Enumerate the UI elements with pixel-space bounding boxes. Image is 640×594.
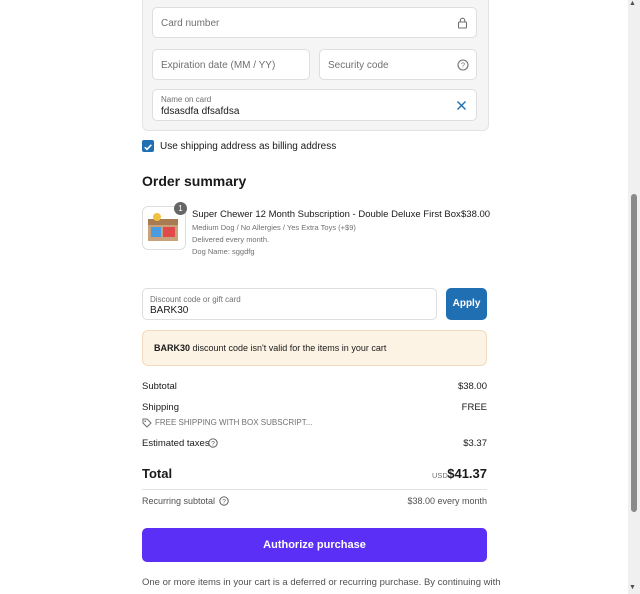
item-price: $38.00 [461,209,491,220]
svg-text:?: ? [461,61,465,70]
info-icon[interactable]: ? [208,438,218,448]
scrollbar-thumb[interactable] [631,194,637,512]
item-name: Super Chewer 12 Month Subscription - Dou… [192,209,461,220]
name-on-card-field[interactable]: Name on card fdsasdfa dfsafdsa [152,89,477,121]
subtotal-value: $38.00 [457,381,487,392]
discount-code-label: Discount code or gift card [150,295,241,304]
shipping-discount: FREE SHIPPING WITH BOX SUBSCRIPT... [155,418,313,427]
expiration-date-placeholder: Expiration date (MM / YY) [161,60,276,71]
discount-error-alert: BARK30 discount code isn't valid for the… [142,330,487,366]
recurring-info-icon[interactable]: ? [219,496,229,506]
card-number-placeholder: Card number [161,18,220,29]
security-code-placeholder: Security code [328,60,389,71]
total-label: Total [142,466,173,481]
name-on-card-label: Name on card [161,95,212,104]
name-on-card-value: fdsasdfa dfsafdsa [161,106,240,117]
discount-code-field[interactable]: Discount code or gift card BARK30 [142,288,437,320]
item-delivery: Delivered every month. [192,235,270,244]
item-variant: Medium Dog / No Allergies / Yes Extra To… [192,223,356,232]
scroll-up-arrow-icon[interactable]: ▲ [629,0,636,7]
authorize-purchase-button[interactable]: Authorize purchase [142,528,487,562]
clear-icon[interactable] [456,100,467,111]
svg-text:?: ? [222,498,226,505]
taxes-value: $3.37 [463,438,487,449]
billing-checkbox[interactable] [142,140,154,152]
tag-icon [142,418,152,428]
svg-text:?: ? [211,440,215,447]
card-payment-box: Card number Expiration date (MM / YY) Se… [142,0,489,131]
totals-divider [142,489,487,490]
subtotal-label: Subtotal [142,381,177,392]
recurring-subtotal-label: Recurring subtotal [142,496,216,506]
expiration-date-field[interactable]: Expiration date (MM / YY) [152,49,310,80]
help-icon[interactable]: ? [457,59,469,71]
deferred-purchase-notice: One or more items in your cart is a defe… [142,577,501,588]
scroll-down-arrow-icon[interactable]: ▼ [629,584,636,591]
total-value: $41.37 [447,466,487,481]
item-dog-name: Dog Name: sggdfg [192,247,255,256]
quantity-badge: 1 [174,202,187,215]
billing-checkbox-label[interactable]: Use shipping address as billing address [160,141,336,152]
discount-error-text: discount code isn't valid for the items … [190,343,387,353]
total-currency: USD [432,471,448,480]
checkmark-icon [144,144,152,151]
card-number-field[interactable]: Card number [152,7,477,38]
recurring-subtotal-value: $38.00 every month [407,496,487,506]
apply-button[interactable]: Apply [446,288,487,320]
discount-code-value: BARK30 [150,305,189,316]
security-code-field[interactable]: Security code ? [319,49,477,80]
order-summary-title: Order summary [142,173,247,189]
shipping-label: Shipping [142,402,179,413]
lock-icon [457,17,468,29]
discount-error-message: BARK30 discount code isn't valid for the… [154,343,386,353]
taxes-label: Estimated taxes [142,438,210,449]
discount-error-code: BARK30 [154,343,191,353]
shipping-value: FREE [461,402,487,413]
